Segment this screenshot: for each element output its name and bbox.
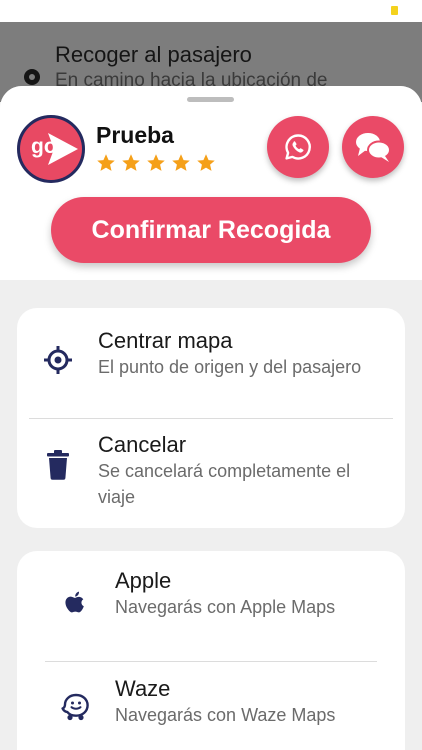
star-icon	[147, 154, 165, 171]
map-header-title: Recoger al pasajero	[55, 42, 252, 67]
option-subtitle: El punto de origen y del pasajero	[98, 357, 362, 377]
options-card: Centrar mapa El punto de origen y del pa…	[17, 308, 405, 528]
confirm-pickup-button[interactable]: Confirmar Recogida	[51, 197, 371, 263]
apple-maps-option[interactable]: Apple Navegarás con Apple Maps	[17, 551, 405, 659]
status-bar	[0, 0, 422, 22]
divider	[29, 418, 393, 419]
app-logo: go	[17, 115, 85, 183]
navigation-card: Apple Navegarás con Apple Maps Waze Nave…	[17, 551, 405, 750]
logo-text: go	[31, 135, 57, 158]
nav-subtitle: Navegarás con Apple Maps	[115, 597, 336, 617]
chat-button[interactable]	[342, 116, 404, 178]
whatsapp-button[interactable]	[267, 116, 329, 178]
drag-handle[interactable]	[187, 97, 234, 102]
whatsapp-icon	[285, 134, 311, 160]
option-title: Centrar mapa	[98, 328, 233, 353]
driver-rating	[96, 153, 216, 173]
driver-panel: go Prueba Confirmar Recogida	[0, 86, 422, 280]
waze-option[interactable]: Waze Navegarás con Waze Maps	[17, 663, 405, 750]
trash-icon	[47, 450, 69, 480]
divider	[45, 661, 377, 662]
option-subtitle: Se cancelará completamente el viaje	[98, 461, 351, 507]
bottom-sheet: go Prueba Confirmar Recogida Centrar map…	[0, 86, 422, 750]
waze-icon	[61, 693, 89, 721]
nav-title: Apple	[115, 568, 172, 593]
star-icon	[97, 154, 115, 171]
cancel-trip-option[interactable]: Cancelar Se cancelará completamente el v…	[17, 420, 405, 528]
center-map-option[interactable]: Centrar mapa El punto de origen y del pa…	[17, 308, 405, 416]
nav-title: Waze	[115, 676, 171, 701]
driver-name: Prueba	[96, 122, 174, 148]
option-title: Cancelar	[98, 432, 187, 457]
crosshair-icon	[44, 346, 72, 374]
star-icon	[122, 154, 140, 171]
nav-subtitle: Navegarás con Waze Maps	[115, 705, 336, 725]
star-icon	[197, 154, 215, 171]
star-icon	[172, 154, 190, 171]
battery-icon	[391, 6, 398, 15]
apple-icon	[65, 591, 84, 613]
chat-bubbles-icon	[356, 133, 391, 162]
